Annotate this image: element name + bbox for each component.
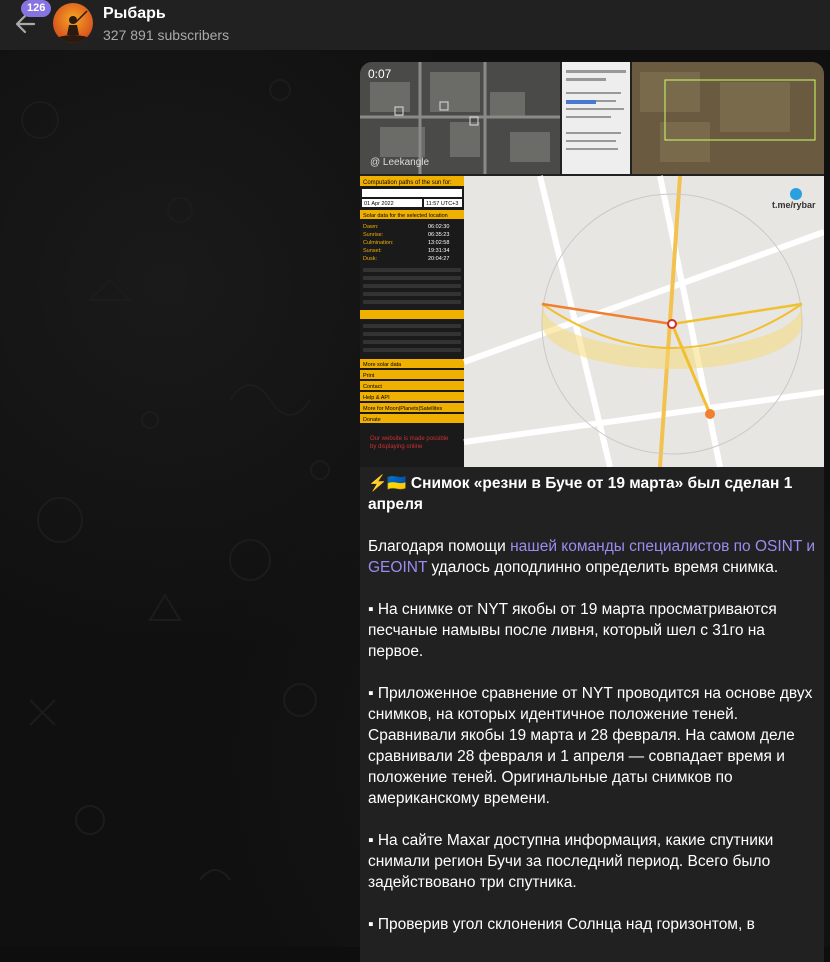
svg-text:01 Apr 2022: 01 Apr 2022 xyxy=(364,201,394,207)
svg-text:Help & API: Help & API xyxy=(363,395,390,401)
svg-text:06:35:23: 06:35:23 xyxy=(428,232,449,238)
composite-image: 0:07 @ Leekangle Computation paths of th… xyxy=(360,62,824,468)
channel-post: 0:07 @ Leekangle Computation paths of th… xyxy=(360,62,824,962)
paragraph-2: ▪ На снимке от NYT якобы от 19 марта про… xyxy=(368,601,777,660)
svg-text:More for Moon|Planets|Satellit: More for Moon|Planets|Satellites xyxy=(363,406,443,412)
svg-text:06:02:30: 06:02:30 xyxy=(428,224,449,230)
svg-text:Our website is made possible: Our website is made possible xyxy=(370,436,449,442)
svg-text:Dusk:: Dusk: xyxy=(363,256,378,262)
svg-text:Culmination:: Culmination: xyxy=(363,240,394,246)
svg-text:20:04:27: 20:04:27 xyxy=(428,256,449,262)
svg-text:13:02:58: 13:02:58 xyxy=(428,240,449,246)
bullet-icon: ▪ xyxy=(368,685,374,702)
paragraph-5: ▪ Проверив угол склонения Солнца над гор… xyxy=(368,916,755,933)
svg-text:Sunrise:: Sunrise: xyxy=(363,232,384,238)
post-image[interactable]: 0:07 @ Leekangle Computation paths of th… xyxy=(360,62,824,468)
subscriber-count: 327 891 subscribers xyxy=(103,27,230,43)
svg-text:by displaying online: by displaying online xyxy=(370,444,423,450)
svg-text:Donate: Donate xyxy=(363,417,381,423)
bullet-icon: ▪ xyxy=(368,601,374,618)
paragraph-4: ▪ На сайте Maxar доступна информация, ка… xyxy=(368,832,774,891)
svg-text:@ Leekangle: @ Leekangle xyxy=(370,157,430,168)
video-time: 0:07 xyxy=(368,67,392,81)
lightning-flag-icon: ⚡🇺🇦 xyxy=(368,475,407,492)
svg-text:Print: Print xyxy=(363,373,375,379)
svg-text:Solar data for the selected lo: Solar data for the selected location xyxy=(363,213,448,219)
svg-text:11:57 UTC+3: 11:57 UTC+3 xyxy=(426,201,458,207)
post-headline: ⚡🇺🇦 Снимок «резни в Буче от 19 марта» бы… xyxy=(368,475,793,513)
channel-header: 126 Рыбарь 327 891 subscribers xyxy=(0,0,830,50)
watermark-text: t.me/rybar xyxy=(772,200,816,210)
svg-text:Contact: Contact xyxy=(363,384,382,390)
sun-tool-title: Computation paths of the sun for: xyxy=(363,180,452,186)
svg-text:Sunset:: Sunset: xyxy=(363,248,382,254)
post-text: ⚡🇺🇦 Снимок «резни в Буче от 19 марта» бы… xyxy=(368,473,816,956)
paragraph-3: ▪ Приложенное сравнение от NYT проводитс… xyxy=(368,685,813,807)
fisherman-logo-icon xyxy=(59,10,88,43)
unread-count-badge: 126 xyxy=(21,0,52,17)
svg-text:Dawn:: Dawn: xyxy=(363,224,379,230)
bullet-icon: ▪ xyxy=(368,916,374,933)
svg-text:More solar data: More solar data xyxy=(363,362,402,368)
bullet-icon: ▪ xyxy=(368,832,374,849)
svg-text:19:31:34: 19:31:34 xyxy=(428,248,449,254)
paragraph-1: Благодаря помощи нашей команды специалис… xyxy=(368,538,816,576)
channel-title[interactable]: Рыбарь xyxy=(103,5,166,23)
channel-avatar[interactable] xyxy=(53,3,93,43)
